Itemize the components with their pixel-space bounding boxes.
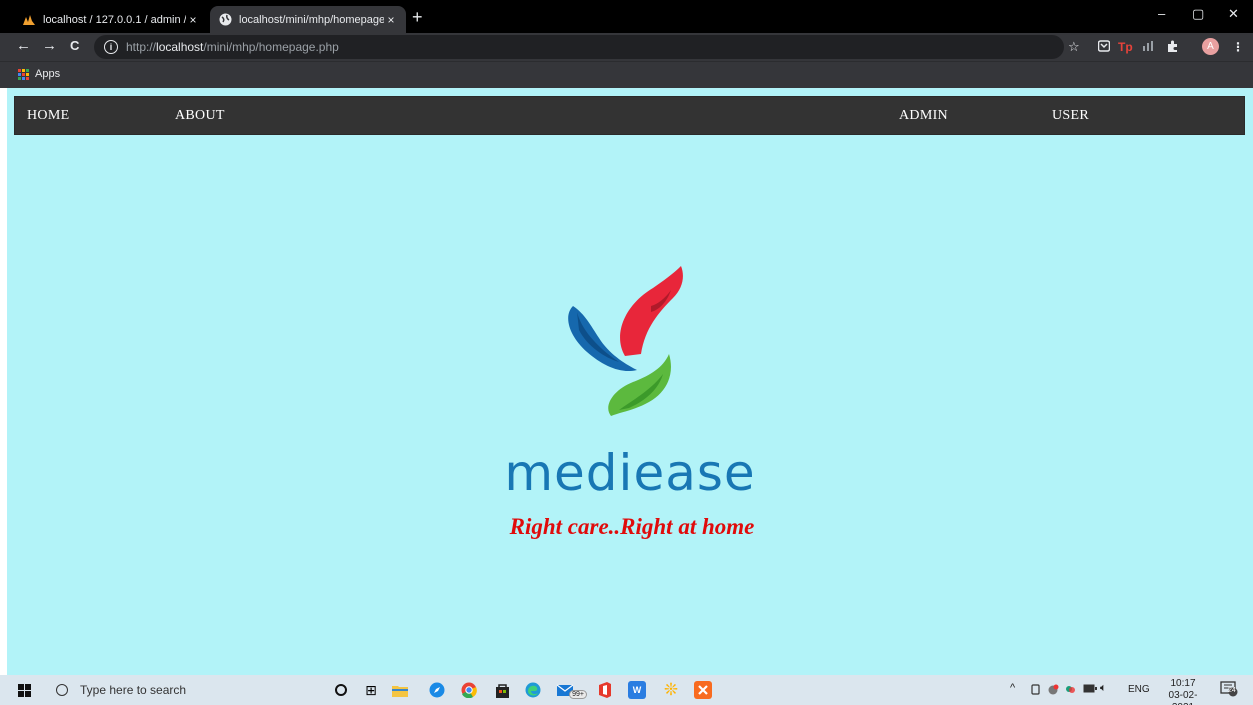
- edge-icon[interactable]: [524, 681, 542, 699]
- search-icon: [56, 684, 68, 696]
- screen: localhost / 127.0.0.1 / admin / re × loc…: [0, 0, 1253, 705]
- address-bar[interactable]: i http:// localhost /mini/mhp/homepage.p…: [94, 35, 1064, 59]
- back-button[interactable]: ←: [16, 37, 31, 55]
- store-bag-icon[interactable]: [493, 681, 511, 699]
- url-host: localhost: [156, 40, 204, 54]
- tab-title: localhost/mini/mhp/homepage.p: [239, 13, 384, 26]
- tagline: Right care..Right at home: [509, 514, 755, 539]
- language-indicator[interactable]: ENG: [1128, 684, 1150, 695]
- tab-strip: localhost / 127.0.0.1 / admin / re × loc…: [0, 0, 1253, 33]
- chrome-icon[interactable]: [460, 681, 478, 699]
- notification-count: 24: [1228, 687, 1236, 694]
- bookmarks-bar: Apps: [0, 61, 1253, 88]
- page-left-edge: [0, 88, 7, 675]
- taskbar-search-box[interactable]: Type here to search: [46, 677, 306, 703]
- apps-grid-icon: [18, 68, 29, 80]
- snowflake-app-icon[interactable]: ❊: [662, 680, 680, 699]
- volume-icon[interactable]: 🔈︎: [1100, 682, 1107, 695]
- forward-button[interactable]: →: [42, 37, 57, 55]
- page-viewport: HOME ABOUT ADMIN USER mediease Right car…: [7, 88, 1253, 675]
- hero: mediease Right care..Right at home: [7, 88, 1253, 675]
- search-placeholder: Type here to search: [80, 683, 187, 697]
- maximize-button[interactable]: ▢: [1192, 6, 1204, 22]
- notification-center-icon[interactable]: 24: [1220, 681, 1238, 697]
- minimize-button[interactable]: –: [1158, 6, 1165, 21]
- url-scheme: http://: [126, 40, 157, 54]
- new-tab-button[interactable]: +: [412, 8, 423, 26]
- tray-app-icon[interactable]: [1047, 684, 1059, 698]
- tray-overflow-icon[interactable]: ^: [1010, 682, 1015, 694]
- clock-date: 03-02-2021: [1168, 690, 1198, 705]
- mail-badge: 99+: [569, 689, 587, 699]
- task-view-icon[interactable]: ⊞: [362, 681, 380, 699]
- tab-homepage[interactable]: localhost/mini/mhp/homepage.p ×: [210, 6, 406, 33]
- info-icon[interactable]: i: [104, 40, 118, 54]
- clock[interactable]: 10:17 03-02-2021: [1158, 678, 1208, 705]
- close-window-button[interactable]: ✕: [1228, 6, 1239, 22]
- tp-extension-icon[interactable]: Tp: [1118, 40, 1133, 54]
- windows-taskbar: Type here to search ⊞ 99+ W ❊ ^ 🔈︎ ENG 1…: [0, 675, 1253, 705]
- brand-name: mediease: [504, 444, 756, 502]
- windows-start-icon[interactable]: [18, 684, 31, 697]
- mail-icon[interactable]: 99+: [556, 681, 588, 699]
- file-explorer-icon[interactable]: [391, 681, 409, 699]
- apps-shortcut[interactable]: Apps: [18, 68, 60, 80]
- network-app-icon[interactable]: [1065, 684, 1076, 698]
- battery-icon[interactable]: [1083, 684, 1097, 696]
- url-path: /mini/mhp/homepage.php: [203, 40, 339, 54]
- safari-compass-icon[interactable]: [428, 681, 446, 699]
- office-icon[interactable]: [596, 681, 614, 699]
- tab-close-icon[interactable]: ×: [186, 13, 200, 27]
- phpmyadmin-icon: [22, 13, 36, 27]
- menu-kebab-icon[interactable]: ⋮: [1232, 40, 1244, 54]
- globe-icon: [218, 13, 232, 27]
- clock-time: 10:17: [1170, 678, 1196, 689]
- word-icon[interactable]: W: [628, 681, 646, 699]
- reload-button[interactable]: C: [70, 37, 79, 55]
- extensions-puzzle-icon[interactable]: [1166, 40, 1179, 56]
- analytics-extension-icon[interactable]: [1142, 40, 1156, 55]
- apps-label: Apps: [35, 68, 61, 80]
- tab-phpmyadmin[interactable]: localhost / 127.0.0.1 / admin / re ×: [14, 6, 208, 33]
- xampp-icon[interactable]: [694, 681, 712, 699]
- tab-title: localhost / 127.0.0.1 / admin / re: [43, 13, 186, 26]
- battery-saver-icon[interactable]: [1030, 684, 1041, 698]
- bookmark-star-icon[interactable]: ☆: [1068, 40, 1080, 54]
- cortana-icon[interactable]: [332, 681, 350, 699]
- mediease-logo-icon: [568, 266, 683, 416]
- browser-toolbar: ← → C i http:// localhost /mini/mhp/home…: [0, 33, 1253, 61]
- pocket-extension-icon[interactable]: [1097, 40, 1111, 55]
- profile-avatar[interactable]: A: [1202, 38, 1219, 55]
- tab-close-icon[interactable]: ×: [384, 13, 398, 27]
